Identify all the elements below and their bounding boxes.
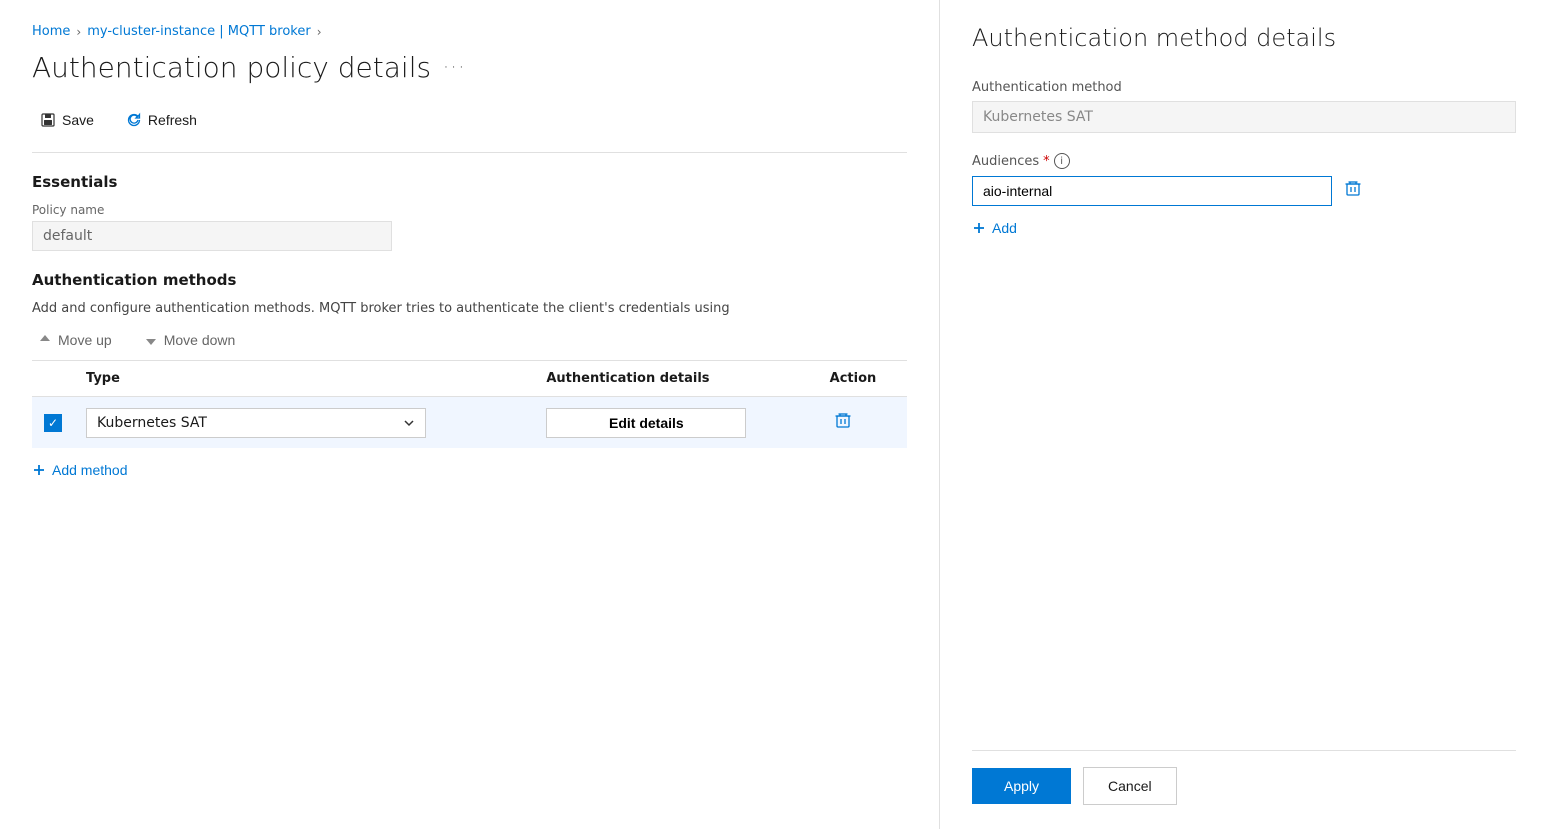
delete-row-button[interactable] bbox=[830, 407, 856, 438]
breadcrumb: Home › my-cluster-instance | MQTT broker… bbox=[32, 24, 907, 39]
cancel-button[interactable]: Cancel bbox=[1083, 767, 1177, 805]
row-type-cell: Kubernetes SAT bbox=[74, 397, 534, 449]
row-auth-details-cell: Edit details bbox=[534, 397, 817, 449]
essentials-section: Essentials Policy name default bbox=[32, 173, 907, 251]
trash-icon bbox=[834, 411, 852, 429]
move-up-icon bbox=[38, 333, 52, 347]
right-spacer bbox=[972, 260, 1516, 750]
row-action-cell bbox=[818, 397, 907, 449]
col-action-header: Action bbox=[818, 361, 907, 397]
dropdown-chevron-icon bbox=[403, 417, 415, 429]
breadcrumb-home[interactable]: Home bbox=[32, 24, 70, 39]
policy-name-label: Policy name bbox=[32, 203, 907, 217]
auth-methods-desc: Add and configure authentication methods… bbox=[32, 301, 907, 316]
auth-methods-table: Type Authentication details Action Kuber… bbox=[32, 361, 907, 448]
move-down-label: Move down bbox=[164, 332, 236, 348]
page-options-button[interactable]: ··· bbox=[443, 57, 466, 78]
move-up-label: Move up bbox=[58, 332, 112, 348]
audience-input[interactable] bbox=[972, 176, 1332, 206]
audiences-label: Audiences * i bbox=[972, 153, 1516, 169]
audiences-label-text: Audiences bbox=[972, 154, 1039, 169]
refresh-button[interactable]: Refresh bbox=[118, 108, 205, 132]
move-down-button[interactable]: Move down bbox=[138, 328, 242, 352]
left-panel: Home › my-cluster-instance | MQTT broker… bbox=[0, 0, 940, 829]
breadcrumb-cluster[interactable]: my-cluster-instance | MQTT broker bbox=[87, 24, 311, 39]
audiences-info-icon[interactable]: i bbox=[1054, 153, 1070, 169]
toolbar: Save Refresh bbox=[32, 108, 907, 144]
audience-delete-button[interactable] bbox=[1340, 175, 1366, 206]
audience-row bbox=[972, 175, 1516, 206]
save-label: Save bbox=[62, 112, 94, 128]
save-button[interactable]: Save bbox=[32, 108, 102, 132]
move-down-icon bbox=[144, 333, 158, 347]
add-method-label: Add method bbox=[52, 462, 128, 478]
essentials-title: Essentials bbox=[32, 173, 907, 191]
row-checkbox-cell[interactable] bbox=[32, 397, 74, 449]
save-icon bbox=[40, 112, 56, 128]
auth-method-label: Authentication method bbox=[972, 80, 1516, 95]
col-checkbox bbox=[32, 361, 74, 397]
right-footer: Apply Cancel bbox=[972, 750, 1516, 805]
right-panel: Authentication method details Authentica… bbox=[940, 0, 1548, 829]
right-panel-title: Authentication method details bbox=[972, 24, 1516, 52]
add-method-button[interactable]: Add method bbox=[32, 452, 128, 488]
col-auth-details-header: Authentication details bbox=[534, 361, 817, 397]
move-up-button[interactable]: Move up bbox=[32, 328, 118, 352]
row-checkbox[interactable] bbox=[44, 414, 62, 432]
edit-details-button[interactable]: Edit details bbox=[546, 408, 746, 438]
refresh-icon bbox=[126, 112, 142, 128]
auth-method-value: Kubernetes SAT bbox=[972, 101, 1516, 133]
table-row[interactable]: Kubernetes SAT Edit details bbox=[32, 397, 907, 449]
add-audience-button[interactable]: Add bbox=[972, 216, 1516, 240]
add-method-icon bbox=[32, 463, 46, 477]
auth-methods-section: Authentication methods Add and configure… bbox=[32, 271, 907, 488]
toolbar-divider bbox=[32, 152, 907, 153]
apply-button[interactable]: Apply bbox=[972, 768, 1071, 804]
page-header: Authentication policy details ··· bbox=[32, 51, 907, 84]
audiences-required-star: * bbox=[1043, 154, 1050, 169]
move-toolbar: Move up Move down bbox=[32, 328, 907, 352]
audience-trash-icon bbox=[1344, 179, 1362, 197]
type-dropdown[interactable]: Kubernetes SAT bbox=[86, 408, 426, 438]
type-dropdown-value: Kubernetes SAT bbox=[97, 415, 207, 431]
breadcrumb-sep-1: › bbox=[76, 25, 81, 39]
col-type-header: Type bbox=[74, 361, 534, 397]
add-audience-icon bbox=[972, 221, 986, 235]
refresh-label: Refresh bbox=[148, 112, 197, 128]
policy-name-value: default bbox=[32, 221, 392, 251]
page-title: Authentication policy details bbox=[32, 51, 431, 84]
auth-methods-title: Authentication methods bbox=[32, 271, 907, 289]
breadcrumb-sep-2: › bbox=[317, 25, 322, 39]
add-audience-label: Add bbox=[992, 220, 1017, 236]
